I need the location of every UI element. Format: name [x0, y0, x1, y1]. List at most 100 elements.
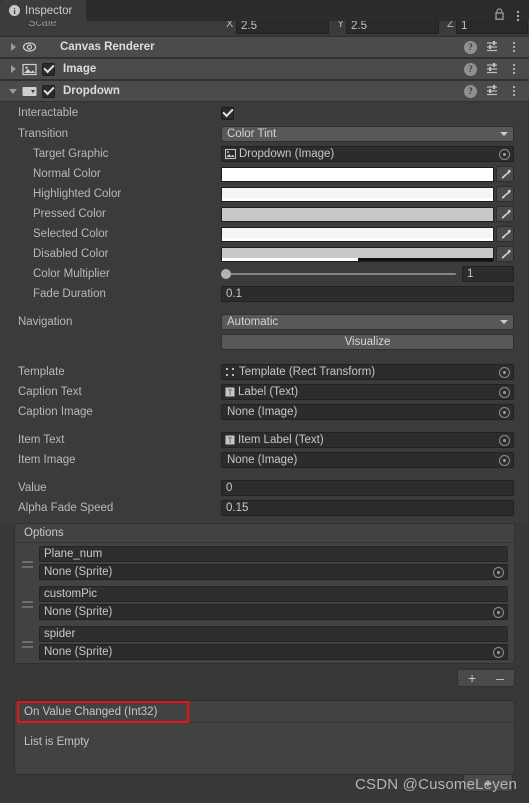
- item-text-object-field[interactable]: T Item Label (Text): [221, 432, 514, 448]
- preset-icon[interactable]: [486, 40, 499, 55]
- fade-duration-label: Fade Duration: [33, 288, 106, 300]
- normal-color-swatch[interactable]: [221, 166, 494, 182]
- pressed-color-field: [221, 206, 514, 222]
- help-icon[interactable]: ?: [464, 62, 477, 76]
- option-text-input[interactable]: spider: [39, 626, 508, 642]
- row-value: Value 0: [0, 478, 529, 498]
- selected-color-swatch[interactable]: [221, 226, 494, 242]
- object-picker-icon[interactable]: [499, 148, 510, 160]
- kebab-menu-icon[interactable]: [512, 11, 524, 21]
- scale-row-partial: Scale X 2.5 Y 2.5 Z 1: [0, 21, 529, 35]
- target-graphic-object-field[interactable]: Dropdown (Image): [221, 146, 514, 162]
- drag-handle-icon[interactable]: [15, 624, 39, 662]
- component-header-dropdown[interactable]: Dropdown ?: [0, 80, 529, 102]
- foldout-arrow-icon[interactable]: [6, 88, 20, 94]
- lock-icon[interactable]: [494, 8, 505, 21]
- component-enabled-checkbox[interactable]: [42, 84, 55, 98]
- tab-inspector[interactable]: i Inspector: [0, 0, 87, 21]
- scale-y-field[interactable]: 2.5: [346, 21, 439, 34]
- item-image-object-field[interactable]: None (Image): [221, 452, 514, 468]
- disabled-color-field: [221, 246, 514, 262]
- eyedropper-icon[interactable]: [496, 206, 514, 222]
- object-picker-icon[interactable]: [499, 366, 510, 378]
- caption-image-object-field[interactable]: None (Image): [221, 404, 514, 420]
- eyedropper-icon[interactable]: [496, 186, 514, 202]
- list-item[interactable]: Plane_num None (Sprite): [15, 543, 514, 583]
- eyedropper-icon[interactable]: [496, 166, 514, 182]
- value-field: 0: [221, 480, 514, 496]
- object-picker-icon[interactable]: [493, 646, 504, 658]
- highlighted-color-field: [221, 186, 514, 202]
- object-picker-icon[interactable]: [499, 434, 510, 446]
- preset-icon[interactable]: [486, 62, 499, 77]
- drag-handle-icon[interactable]: [15, 584, 39, 622]
- component-title: Image: [63, 63, 97, 75]
- row-selected-color: Selected Color: [0, 224, 529, 244]
- fade-duration-input[interactable]: 0.1: [221, 286, 514, 302]
- slider-knob[interactable]: [221, 269, 231, 279]
- on-value-changed-box: On Value Changed (Int32) List is Empty: [14, 700, 515, 775]
- add-option-button[interactable]: +: [462, 671, 482, 685]
- object-picker-icon[interactable]: [493, 566, 504, 578]
- scale-x-field[interactable]: 2.5: [236, 21, 329, 34]
- disabled-color-swatch[interactable]: [221, 246, 494, 262]
- value-input[interactable]: 0: [221, 480, 514, 496]
- color-multiplier-value[interactable]: 1: [462, 266, 514, 282]
- scale-z-field[interactable]: 1: [456, 21, 528, 34]
- pressed-color-swatch[interactable]: [221, 206, 494, 222]
- option-sprite-field[interactable]: None (Sprite): [39, 604, 508, 620]
- visualize-button[interactable]: Visualize: [221, 334, 514, 350]
- caption-text-object-field[interactable]: T Label (Text): [221, 384, 514, 400]
- highlighted-color-swatch[interactable]: [221, 186, 494, 202]
- help-icon[interactable]: ?: [464, 40, 477, 54]
- row-pressed-color: Pressed Color: [0, 204, 529, 224]
- transition-dropdown[interactable]: Color Tint: [221, 126, 514, 142]
- component-header-actions: ?: [464, 40, 520, 55]
- navigation-dropdown[interactable]: Automatic: [221, 314, 514, 330]
- option-text-input[interactable]: customPic: [39, 586, 508, 602]
- alpha-fade-speed-label: Alpha Fade Speed: [18, 502, 114, 514]
- pressed-color-label: Pressed Color: [33, 208, 106, 220]
- component-enabled-checkbox[interactable]: [42, 62, 55, 76]
- row-interactable: Interactable: [0, 102, 529, 124]
- foldout-arrow-icon[interactable]: [6, 65, 20, 73]
- alpha-fade-speed-input[interactable]: 0.15: [221, 500, 514, 516]
- object-picker-icon[interactable]: [499, 454, 510, 466]
- list-is-empty-label: List is Empty: [24, 736, 90, 748]
- options-list-header: Options: [15, 524, 514, 543]
- option-sprite-field[interactable]: None (Sprite): [39, 644, 508, 660]
- kebab-menu-icon[interactable]: [508, 42, 520, 52]
- list-item[interactable]: spider None (Sprite): [15, 623, 514, 663]
- component-header-image[interactable]: Image ?: [0, 58, 529, 80]
- object-picker-icon[interactable]: [493, 606, 504, 618]
- option-sprite-field[interactable]: None (Sprite): [39, 564, 508, 580]
- eyedropper-icon[interactable]: [496, 226, 514, 242]
- kebab-menu-icon[interactable]: [508, 64, 520, 74]
- kebab-menu-icon[interactable]: [508, 86, 520, 96]
- drag-handle-icon[interactable]: [15, 544, 39, 582]
- event-empty-message: List is Empty: [15, 723, 514, 761]
- canvas-renderer-icon: [21, 40, 38, 55]
- interactable-checkbox[interactable]: [221, 106, 234, 120]
- text-asset-icon: T: [225, 387, 235, 397]
- target-graphic-label: Target Graphic: [33, 148, 109, 160]
- row-alpha-fade-speed: Alpha Fade Speed 0.15: [0, 498, 529, 518]
- component-header-canvas-renderer[interactable]: Canvas Renderer ?: [0, 36, 529, 58]
- alpha-fade-speed-field: 0.15: [221, 500, 514, 516]
- remove-option-button[interactable]: –: [490, 671, 510, 685]
- option-text-input[interactable]: Plane_num: [39, 546, 508, 562]
- preset-icon[interactable]: [486, 84, 499, 99]
- template-object-field[interactable]: Template (Rect Transform): [221, 364, 514, 380]
- row-template: Template Template (Rect Transform): [0, 362, 529, 382]
- color-multiplier-slider[interactable]: [221, 267, 456, 281]
- object-picker-icon[interactable]: [499, 386, 510, 398]
- help-icon[interactable]: ?: [464, 84, 477, 98]
- object-picker-icon[interactable]: [499, 406, 510, 418]
- transition-field: Color Tint: [221, 126, 514, 142]
- list-item[interactable]: customPic None (Sprite): [15, 583, 514, 623]
- foldout-arrow-icon[interactable]: [6, 43, 20, 51]
- eyedropper-icon[interactable]: [496, 246, 514, 262]
- highlighted-color-label: Highlighted Color: [33, 188, 122, 200]
